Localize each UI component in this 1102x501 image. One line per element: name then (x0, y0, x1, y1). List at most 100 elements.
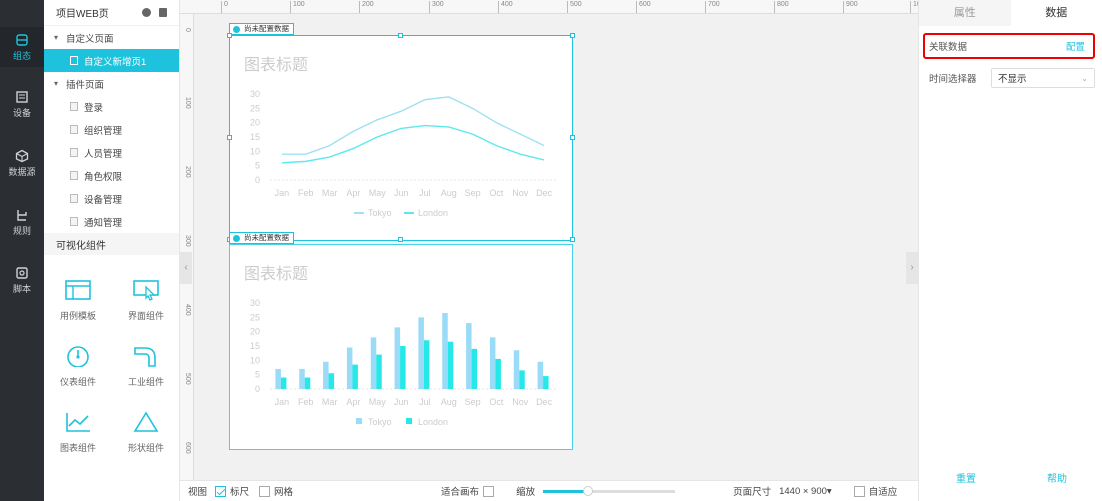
component-chart[interactable]: 图表组件 (44, 411, 112, 454)
tab-data[interactable]: 数据 (1010, 0, 1102, 26)
time-picker-value: 不显示 (998, 74, 1027, 85)
ruler-tick: 200 (359, 1, 374, 13)
tree-group-plugin-pages[interactable]: ▾ 插件页面 (44, 72, 179, 95)
x-tick-label: Mar (322, 188, 338, 198)
grid-toggle-label: 网格 (274, 487, 294, 498)
tree-item-label: 人员管理 (84, 148, 123, 160)
x-tick-label: Sep (465, 188, 481, 198)
x-tick-label: Jul (419, 188, 431, 198)
tree-item-people[interactable]: 人员管理 (44, 141, 179, 164)
bar-tokyo (418, 317, 424, 389)
zoom-knob[interactable] (582, 485, 593, 496)
ruler-tick-label: 400 (184, 304, 191, 316)
tree-item-login[interactable]: 登录 (44, 95, 179, 118)
x-tick-label: Dec (536, 188, 553, 198)
collapse-right-button[interactable]: › (906, 252, 918, 284)
y-tick-label: 10 (250, 146, 260, 156)
ruler-tick-label: 600 (184, 442, 191, 454)
ruler-toggle-label: 标尺 (230, 487, 250, 498)
bar-chart-svg: 0 5 10 15 20 25 30 Jan Feb Mar Apr May Jun Jul Aug Sep O… (250, 298, 556, 427)
ruler-left: 0 100 200 300 400 500 600 (180, 14, 194, 480)
rail-item-rule[interactable]: 规则 (0, 202, 44, 242)
bar-chart-widget[interactable]: 尚未配置数据 图表标题 0 5 10 15 20 25 30 Jan Feb Mar Apr May J… (229, 232, 573, 450)
trash-icon[interactable] (159, 8, 167, 17)
section-title: 可视化组件 (56, 240, 106, 252)
time-picker-select[interactable]: 不显示 ⌄ (991, 68, 1095, 88)
bar-london (280, 377, 287, 389)
properties-panel: 属性 数据 关联数据 配置 时间选择器 不显示 ⌄ 重置 帮助 (918, 0, 1102, 501)
cube-icon (15, 149, 29, 163)
resize-handle[interactable] (570, 33, 575, 38)
page-size-label: 页面尺寸 (733, 487, 772, 498)
resize-handle[interactable] (570, 135, 575, 140)
component-industrial[interactable]: 工业组件 (112, 345, 180, 388)
caret-down-icon: ▾ (54, 33, 59, 42)
collapse-left-button[interactable]: ‹ (180, 252, 192, 284)
ruler-top: 0 100 200 300 400 500 600 700 800 900 10 (180, 0, 918, 14)
resize-handle[interactable] (227, 135, 232, 140)
tab-properties[interactable]: 属性 (919, 0, 1011, 26)
x-tick-label: Apr (346, 397, 360, 407)
component-label: 仪表组件 (59, 377, 96, 387)
add-icon[interactable] (142, 8, 151, 17)
zoom-slider[interactable] (543, 485, 676, 496)
x-tick-label: Jan (275, 397, 290, 407)
y-tick-label: 20 (250, 118, 260, 128)
bar-tokyo (466, 323, 472, 389)
page-size-select[interactable]: 1440 × 900▾ (779, 486, 832, 497)
resize-handle[interactable] (570, 237, 575, 242)
bar-london (495, 358, 501, 389)
legend-label: London (418, 208, 448, 218)
ruler-tick: 500 (567, 1, 582, 13)
component-shape[interactable]: 形状组件 (112, 411, 180, 454)
component-gauge[interactable]: 仪表组件 (44, 345, 112, 388)
bar-tokyo (323, 361, 329, 389)
tree-group-custom-pages[interactable]: ▾ 自定义页面 (44, 26, 179, 49)
reset-button[interactable]: 重置 (956, 470, 976, 485)
resize-handle[interactable] (398, 237, 403, 242)
design-canvas[interactable]: 0 100 200 300 400 500 600 700 800 900 10… (180, 0, 918, 480)
legend-label: Tokyo (368, 417, 392, 427)
rail-item-datasource[interactable]: 数据源 (0, 143, 44, 183)
x-tick-label: May (369, 397, 387, 407)
bar-tokyo (346, 347, 353, 389)
page-icon (70, 56, 78, 65)
bar-tokyo (537, 361, 544, 389)
no-data-badge: 尚未配置数据 (229, 23, 294, 35)
tree-group-label: 插件页面 (66, 79, 105, 91)
rail-item-config[interactable]: 组态 (0, 27, 44, 67)
tree-item-custom-page-1[interactable]: 自定义新增页1 (44, 49, 179, 72)
ruler-tick: 700 (705, 1, 720, 13)
ruler-tick-label: 500 (184, 373, 191, 385)
bind-data-row: 关联数据 配置 (923, 33, 1095, 59)
component-ui[interactable]: 界面组件 (112, 279, 180, 322)
component-template[interactable]: 用例模板 (44, 279, 112, 322)
x-tick-label: Aug (441, 397, 457, 407)
x-tick-label: Jul (419, 397, 431, 407)
rail-item-device[interactable]: 设备 (0, 84, 44, 124)
bar-london (447, 341, 454, 389)
resize-handle[interactable] (227, 33, 232, 38)
grid-toggle[interactable]: 网格 (259, 484, 293, 498)
time-picker-row: 时间选择器 不显示 ⌄ (929, 68, 1095, 88)
resize-handle[interactable] (398, 33, 403, 38)
help-button[interactable]: 帮助 (1047, 470, 1067, 485)
zoom-fill (543, 489, 588, 493)
fit-canvas-button[interactable]: 适合画布 (441, 484, 498, 498)
tree-item-roles[interactable]: 角色权限 (44, 164, 179, 187)
tree-item-devices[interactable]: 设备管理 (44, 187, 179, 210)
y-tick-label: 15 (250, 132, 260, 142)
tree-item-org[interactable]: 组织管理 (44, 118, 179, 141)
x-tick-label: Aug (441, 188, 457, 198)
auto-fit-toggle[interactable]: 自适应 (853, 484, 897, 498)
view-label: 视图 (188, 487, 208, 498)
ruler-toggle[interactable]: 标尺 (215, 484, 249, 498)
rail-item-script[interactable]: 脚本 (0, 260, 44, 300)
tree-item-notify[interactable]: 通知管理 (44, 210, 179, 233)
line-chart-widget[interactable]: 尚未配置数据 图表标题 0 5 10 15 20 25 30 Jan Feb Mar Apr May J… (227, 23, 575, 242)
components-section-header: 可视化组件 (44, 233, 179, 255)
tree-group-label: 自定义页面 (66, 33, 114, 45)
x-tick-label: Feb (298, 397, 314, 407)
bar-london (400, 346, 406, 389)
configure-link[interactable]: 配置 (1066, 39, 1085, 53)
